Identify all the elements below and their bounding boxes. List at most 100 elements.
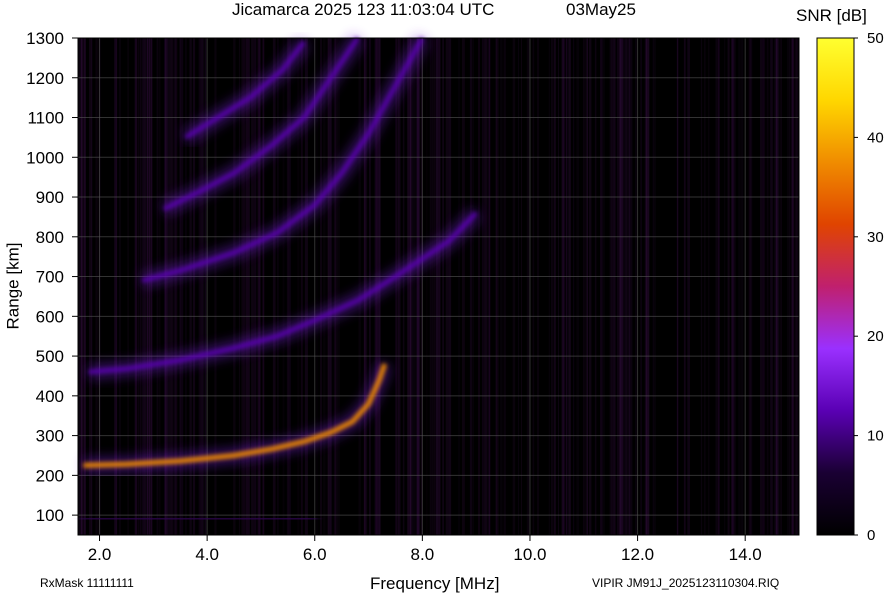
colorbar-ticks: 0 10 20 30 40 50 [854,30,884,544]
x-tick-label: 2.0 [88,545,112,564]
noise-streak [277,38,279,535]
noise-streak [410,38,412,535]
noise-streak [700,38,703,535]
noise-streak [316,38,318,535]
noise-streak [320,38,323,535]
noise-streak [749,38,753,535]
x-tick-label: 10.0 [513,545,546,564]
noise-streak [448,38,452,535]
noise-streak [537,38,539,535]
noise-streak [551,38,553,535]
noise-streak [429,38,431,535]
noise-streak [554,38,556,535]
noise-streak [398,38,401,535]
x-ticks: 2.0 4.0 6.0 8.0 10.0 12.0 14.0 [88,535,762,564]
noise-streak [602,38,605,535]
y-tick-label: 1200 [26,69,64,88]
noise-streak [445,38,449,535]
noise-streak [594,38,597,535]
noise-streak [687,38,690,535]
noise-streak [335,38,338,535]
noise-streak [462,38,465,535]
y-tick-label: 300 [36,427,64,446]
noise-streak [738,38,741,535]
noise-streak [439,38,441,535]
y-tick-label: 100 [36,506,64,525]
colorbar-tick-label: 20 [867,328,884,345]
noise-streak [512,38,516,535]
noise-streak [731,38,734,535]
noise-streak [588,38,592,535]
noise-streak [417,38,420,535]
noise-streak [787,38,789,535]
noise-streak [776,38,778,535]
noise-streak [652,38,655,535]
colorbar-tick-label: 50 [867,30,884,47]
noise-streak [532,38,535,535]
noise-streak [573,38,575,535]
noise-streak [628,38,631,535]
noise-streak [613,38,616,535]
noise-streak [442,38,444,535]
noise-streak [558,38,559,535]
noise-streak [80,38,84,535]
x-tick-label: 12.0 [621,545,654,564]
noise-streak [600,38,602,535]
noise-streak [436,38,439,535]
noise-streak [654,38,656,535]
noise-streak [272,38,276,535]
noise-streak [727,38,730,535]
noise-streak [734,38,736,535]
noise-streak [640,38,642,535]
y-tick-label: 1000 [26,148,64,167]
noise-streak [741,38,744,535]
x-tick-label: 14.0 [729,545,762,564]
noise-streak [548,38,551,535]
noise-streak [258,38,261,535]
noise-streak [576,38,580,535]
x-tick-label: 6.0 [303,545,327,564]
noise-streak [252,38,255,535]
y-tick-label: 1300 [26,29,64,48]
noise-streak [770,38,772,535]
noise-streak [286,38,289,535]
noise-streak [623,38,625,535]
noise-streak [282,38,285,535]
noise-streak [760,38,762,535]
noise-streak [526,38,529,535]
noise-streak [644,38,647,535]
noise-streak [586,38,588,535]
noise-streak [630,38,633,535]
noise-streak [683,38,686,535]
noise-streak [496,38,499,535]
noise-streak [486,38,490,535]
noise-streak [458,38,460,535]
noise-streak [323,38,326,535]
noise-streak [708,38,710,535]
noise-streak [616,38,619,535]
noise-streak [740,38,742,535]
noise-streak [426,38,428,535]
noise-streak [563,38,567,535]
noise-streak [472,38,474,535]
y-tick-label: 600 [36,307,64,326]
y-tick-label: 500 [36,347,64,366]
noise-streak [517,38,520,535]
noise-streak [254,38,257,535]
noise-streak [247,38,249,535]
noise-streak [724,38,726,535]
noise-streak [568,38,571,535]
colorbar-tick-label: 40 [867,129,884,146]
y-tick-label: 900 [36,188,64,207]
noise-streak [626,38,628,535]
noise-streak [762,38,765,535]
noise-streak [288,38,291,535]
noise-streak [500,38,503,535]
noise-streak [520,38,522,535]
noise-streak [248,38,250,535]
colorbar-tick-label: 10 [867,428,884,445]
noise-streak [482,38,486,535]
y-tick-label: 800 [36,228,64,247]
echo-trace [83,516,315,522]
noise-streak [718,38,720,535]
